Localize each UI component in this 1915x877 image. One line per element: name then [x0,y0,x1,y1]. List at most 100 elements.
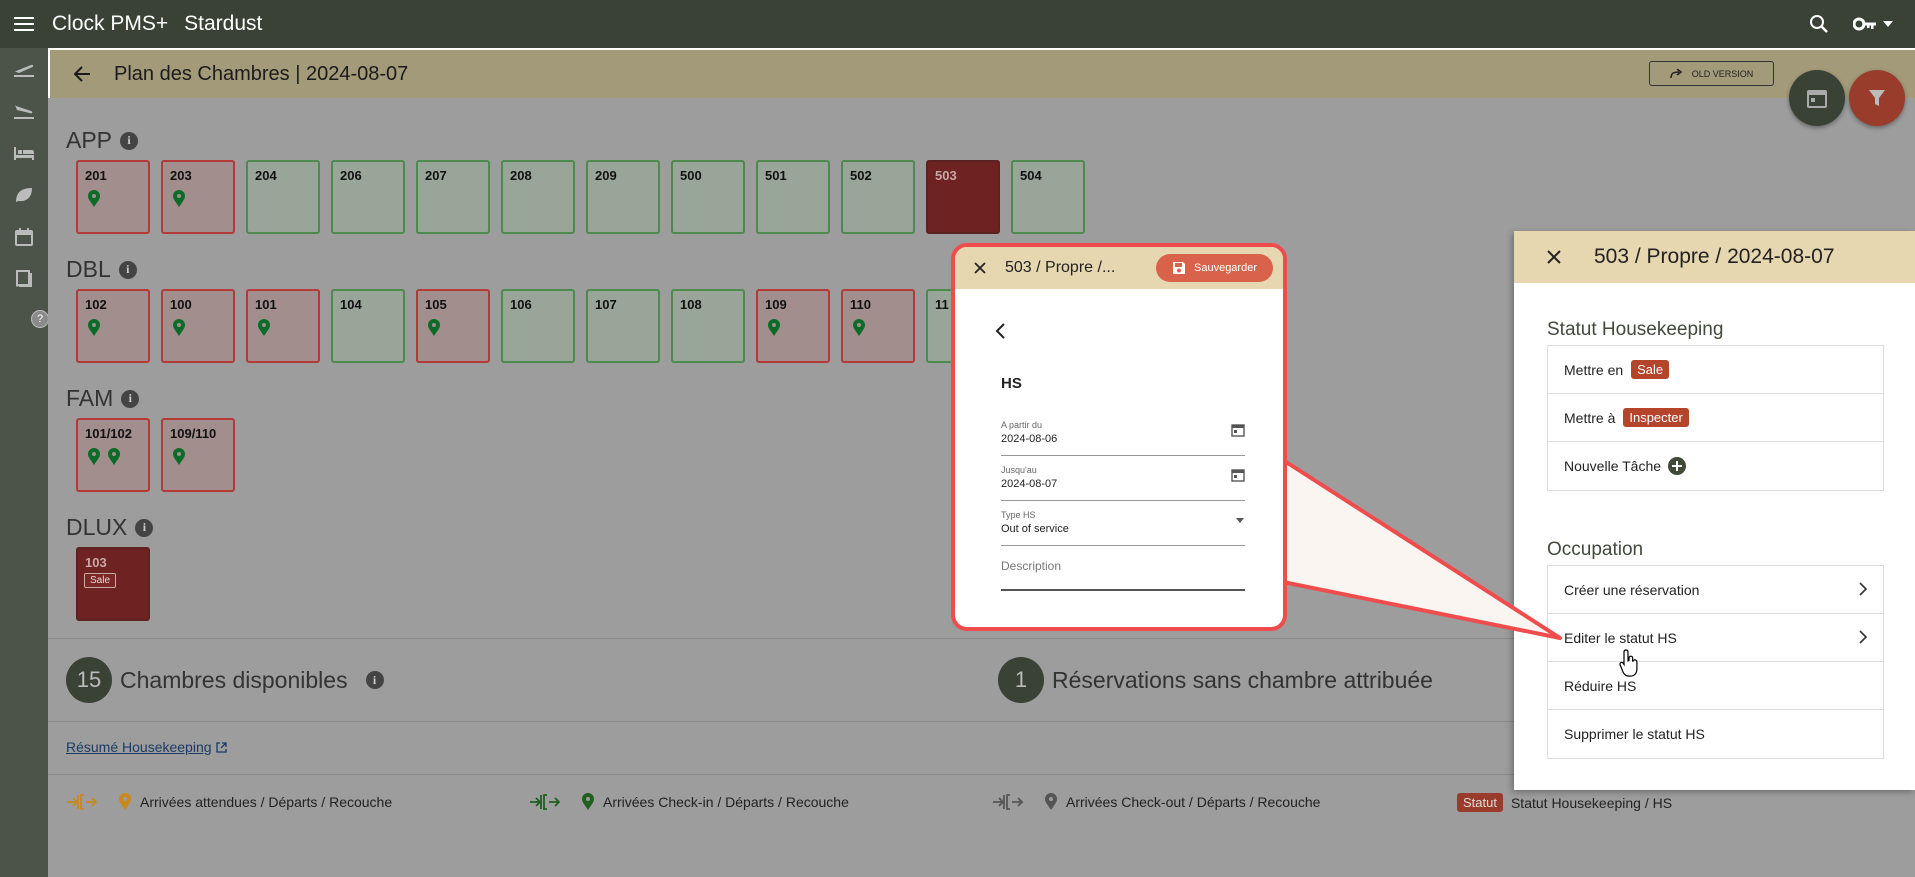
room-tile-101-102[interactable]: 101/102 [76,418,150,492]
set-dirty-item[interactable]: Mettre en Sale [1548,346,1883,394]
flight-takeoff-icon[interactable] [0,48,48,90]
legend-checkin: Arrivées Check-in / Départs / Recouche [529,793,849,811]
room-number: 204 [255,168,277,183]
room-tile-108[interactable]: 108 [671,289,745,363]
room-tile-206[interactable]: 206 [331,160,405,234]
back-arrow-icon[interactable] [50,50,114,98]
room-tile-204[interactable]: 204 [246,160,320,234]
info-icon[interactable]: i [135,518,154,537]
room-number: 502 [850,168,872,183]
legend-label: Statut Housekeeping / HS [1510,794,1673,811]
back-chevron-icon[interactable] [995,323,1005,344]
calendar-icon[interactable] [1231,468,1245,482]
room-tile-107[interactable]: 107 [586,289,660,363]
room-tile-101[interactable]: 101 [246,289,320,363]
room-tile-110[interactable]: 110 [841,289,915,363]
room-tile-502[interactable]: 502 [841,160,915,234]
calendar-fab[interactable] [1789,70,1845,126]
room-number: 108 [680,297,702,312]
room-action-panel: 503 / Propre / 2024-08-07 Statut Houseke… [1514,231,1915,790]
from-date-field[interactable]: A partir du 2024-08-06 [1001,420,1245,456]
category-label: APP [66,127,113,153]
item-label: Créer une réservation [1564,581,1700,598]
old-version-button[interactable]: OLD VERSION [1649,61,1774,86]
old-version-label: OLD VERSION [1691,68,1754,79]
room-number: 100 [170,297,192,312]
help-icon[interactable]: ? [31,310,49,328]
room-tile-203[interactable]: 203 [161,160,235,234]
bed-icon[interactable] [0,132,48,174]
description-field[interactable]: Description [1001,559,1245,591]
delete-hs-status-item[interactable]: Supprimer le statut HS [1548,710,1883,758]
room-number: 106 [510,297,532,312]
room-pins [172,190,186,208]
room-tile-500[interactable]: 500 [671,160,745,234]
location-pin-icon [853,319,865,336]
housekeeping-heading: Statut Housekeeping [1547,319,1724,340]
reduce-hs-item[interactable]: Réduire HS [1548,662,1883,710]
type-label: Type HS [1001,510,1036,520]
leaf-icon[interactable] [0,174,48,216]
book-icon[interactable] [0,258,48,300]
calendar-icon[interactable] [0,216,48,258]
save-icon [1173,262,1185,274]
key-icon[interactable] [1843,17,1903,31]
info-icon[interactable]: i [365,671,384,689]
calendar-icon [1807,90,1827,108]
set-inspect-item[interactable]: Mettre à Inspecter [1548,394,1883,442]
room-tile-100[interactable]: 100 [161,289,235,363]
room-tile-209[interactable]: 209 [586,160,660,234]
room-tile-103[interactable]: 103 Sale [76,547,150,621]
room-tile-504[interactable]: 504 [1011,160,1085,234]
category-label: DBL [66,256,111,282]
room-tile-109[interactable]: 109 [756,289,830,363]
housekeeping-summary-link[interactable]: Résumé Housekeeping [66,739,227,755]
info-icon[interactable]: i [121,389,140,408]
room-tile-501[interactable]: 501 [756,160,830,234]
flight-land-icon[interactable] [0,90,48,132]
occupation-heading: Occupation [1547,539,1644,560]
room-number: 109/110 [170,426,217,441]
hs-heading: HS [1001,375,1022,392]
save-button[interactable]: Sauvegarder [1156,254,1273,282]
room-number: 203 [170,168,192,183]
legend-label: Arrivées attendues / Départs / Recouche [140,794,393,810]
room-tile-105[interactable]: 105 [416,289,490,363]
room-tile-201[interactable]: 201 [76,160,150,234]
filter-fab[interactable] [1849,70,1905,126]
save-label: Sauvegarder [1194,262,1257,274]
room-pins [427,319,441,337]
calendar-icon[interactable] [1231,423,1245,437]
new-task-item[interactable]: Nouvelle Tâche [1548,442,1883,490]
to-date-field[interactable]: Jusqu'au 2024-08-07 [1001,465,1245,501]
info-icon[interactable]: i [118,260,137,279]
close-icon[interactable] [955,262,1005,274]
legend-expected: Arrivées attendues / Départs / Recouche [66,793,392,811]
search-icon[interactable] [1795,14,1843,34]
unassigned-reservations-stat[interactable]: 1 Réservations sans chambre attribuée [998,657,1433,703]
location-pin-icon [173,190,185,207]
menu-icon[interactable] [0,0,48,48]
item-label: Editer le statut HS [1564,629,1677,646]
room-tile-102[interactable]: 102 [76,289,150,363]
create-reservation-item[interactable]: Créer une réservation [1548,566,1883,614]
available-rooms-stat[interactable]: 15 Chambres disponibles i [66,657,384,703]
callout-header: 503 / Propre /... Sauvegarder [955,247,1283,289]
info-icon[interactable]: i [120,131,139,150]
edit-hs-status-item[interactable]: Editer le statut HS [1548,614,1883,662]
top-app-bar: Clock PMS+ Stardust [0,0,1915,48]
hs-type-select[interactable]: Type HS Out of service [1001,510,1245,546]
room-tile-207[interactable]: 207 [416,160,490,234]
item-label: Réduire HS [1564,677,1637,694]
room-tile-106[interactable]: 106 [501,289,575,363]
legend-label: Arrivées Check-out / Départs / Recouche [1066,794,1321,810]
chevron-right-icon [1859,582,1867,596]
room-tile-503[interactable]: 503 [926,160,1000,234]
location-pin-icon [173,319,185,336]
room-tile-104[interactable]: 104 [331,289,405,363]
status-badge: Sale [84,573,117,588]
arrival-departure-icon [530,794,561,810]
room-tile-208[interactable]: 208 [501,160,575,234]
close-icon[interactable] [1514,231,1594,283]
room-tile-109-110[interactable]: 109/110 [161,418,235,492]
